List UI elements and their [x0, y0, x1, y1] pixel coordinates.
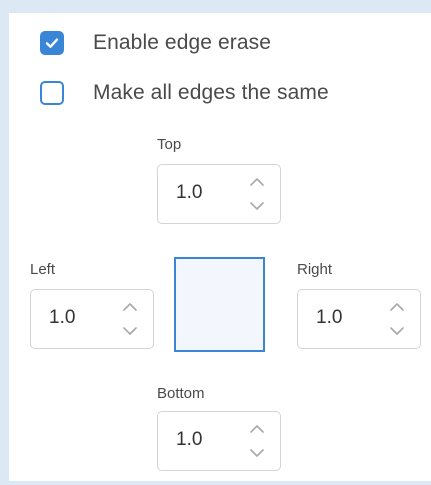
chevron-up-icon[interactable]	[119, 299, 141, 315]
same-edges-option[interactable]: Make all edges the same	[40, 77, 329, 109]
panel-frame-top	[0, 0, 431, 13]
left-label: Left	[30, 261, 56, 278]
same-edges-label: Make all edges the same	[93, 81, 329, 104]
panel-frame-left	[0, 0, 9, 485]
top-edge-value[interactable]: 1.0	[176, 182, 202, 204]
left-edge-spinbox[interactable]: 1.0	[30, 289, 154, 349]
right-edge-value[interactable]: 1.0	[316, 307, 342, 329]
same-edges-checkbox[interactable]	[40, 81, 64, 105]
top-edge-spinbox[interactable]: 1.0	[157, 164, 281, 224]
enable-edge-erase-checkbox[interactable]	[40, 31, 64, 55]
bottom-edge-value[interactable]: 1.0	[176, 429, 202, 451]
chevron-down-icon[interactable]	[119, 323, 141, 339]
right-label: Right	[297, 261, 333, 278]
bottom-label: Bottom	[157, 385, 205, 402]
chevron-up-icon[interactable]	[386, 299, 408, 315]
top-label: Top	[157, 136, 182, 153]
panel-frame-bottom	[0, 481, 431, 485]
chevron-up-icon[interactable]	[246, 421, 268, 437]
chevron-down-icon[interactable]	[246, 198, 268, 214]
left-edge-value[interactable]: 1.0	[49, 307, 75, 329]
right-edge-spinbox[interactable]: 1.0	[297, 289, 421, 349]
enable-edge-erase-option[interactable]: Enable edge erase	[40, 27, 271, 59]
chevron-down-icon[interactable]	[246, 445, 268, 461]
bottom-edge-spinbox[interactable]: 1.0	[157, 411, 281, 471]
chevron-down-icon[interactable]	[386, 323, 408, 339]
enable-edge-erase-label: Enable edge erase	[93, 31, 272, 54]
chevron-up-icon[interactable]	[246, 174, 268, 190]
edge-preview-box	[174, 257, 265, 352]
checkmark-icon	[45, 38, 59, 48]
